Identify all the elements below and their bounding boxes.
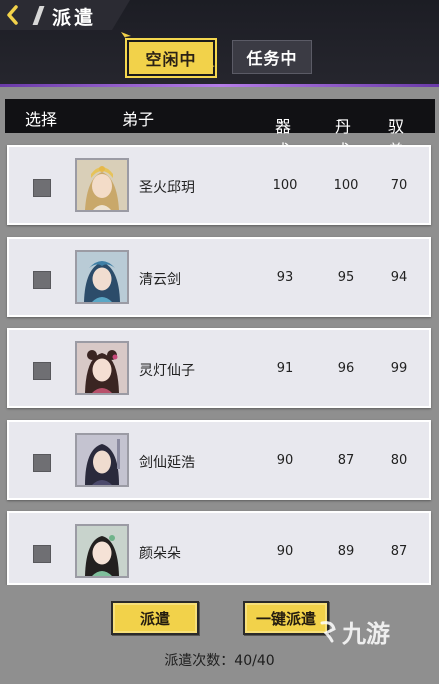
disciple-avatar (75, 433, 129, 487)
stat-qishu: 90 (276, 453, 294, 468)
disciple-row[interactable]: 灵灯仙子 91 96 99 (7, 328, 431, 408)
stat-danshu: 95 (337, 270, 355, 285)
list-header: 选择 弟子 器术⌄ 丹术– 驭兽– (5, 99, 435, 160)
sort-none-icon: – (336, 113, 342, 127)
sparkle-icon (206, 64, 215, 72)
dispatch-button[interactable]: 派遣 (111, 601, 199, 635)
disciple-name: 剑仙延浩 (139, 455, 195, 471)
stat-danshu: 89 (337, 544, 355, 559)
sort-desc-icon: ⌄ (276, 113, 287, 127)
top-bar: 派遣 空闲中 任务中 (0, 0, 439, 86)
stat-qishu: 90 (276, 544, 294, 559)
title-divider (32, 6, 45, 25)
dispatch-count: 派遣次数：40/40 (164, 653, 275, 669)
watermark-text: 九游 (342, 620, 390, 648)
stat-yushou: 87 (390, 544, 408, 559)
disciple-avatar (75, 250, 129, 304)
column-disciple: 弟子 (122, 110, 155, 129)
watermark-logo-icon (320, 620, 336, 642)
stat-yushou: 70 (390, 178, 408, 193)
select-checkbox[interactable] (33, 362, 51, 380)
watermark: 九游 (318, 614, 390, 649)
disciple-avatar (75, 524, 129, 578)
stat-danshu: 100 (333, 178, 359, 193)
stat-qishu: 100 (272, 178, 298, 193)
disciple-row[interactable]: 剑仙延浩 90 87 80 (7, 420, 431, 500)
column-select: 选择 (25, 110, 58, 129)
stat-danshu: 87 (337, 453, 355, 468)
one-key-dispatch-button[interactable]: 一键派遣 (243, 601, 329, 635)
stat-yushou: 80 (390, 453, 408, 468)
stat-yushou: 99 (390, 361, 408, 376)
stat-danshu: 96 (337, 361, 355, 376)
select-checkbox[interactable] (33, 545, 51, 563)
page-title: 派遣 (52, 7, 97, 29)
disciple-avatar (75, 341, 129, 395)
disciple-avatar (75, 158, 129, 212)
disciple-name: 圣火邱玥 (139, 180, 195, 196)
stat-qishu: 91 (276, 361, 294, 376)
header-divider (0, 84, 439, 87)
tab-on-mission[interactable]: 任务中 (232, 40, 312, 74)
disciple-name: 清云剑 (139, 272, 181, 288)
title-tab: 派遣 (0, 0, 130, 30)
sort-none-icon: – (389, 113, 395, 127)
disciple-name: 灵灯仙子 (139, 363, 195, 379)
select-checkbox[interactable] (33, 271, 51, 289)
disciple-name: 颜朵朵 (139, 546, 181, 562)
disciple-row[interactable]: 圣火邱玥 100 100 70 (7, 145, 431, 225)
select-checkbox[interactable] (33, 179, 51, 197)
disciple-row[interactable]: 清云剑 93 95 94 (7, 237, 431, 317)
disciple-row[interactable]: 颜朵朵 90 89 87 (7, 511, 431, 585)
stat-qishu: 93 (276, 270, 294, 285)
tab-idle[interactable]: 空闲中 (127, 40, 215, 76)
select-checkbox[interactable] (33, 454, 51, 472)
stat-yushou: 94 (390, 270, 408, 285)
back-arrow-icon[interactable] (2, 3, 26, 27)
